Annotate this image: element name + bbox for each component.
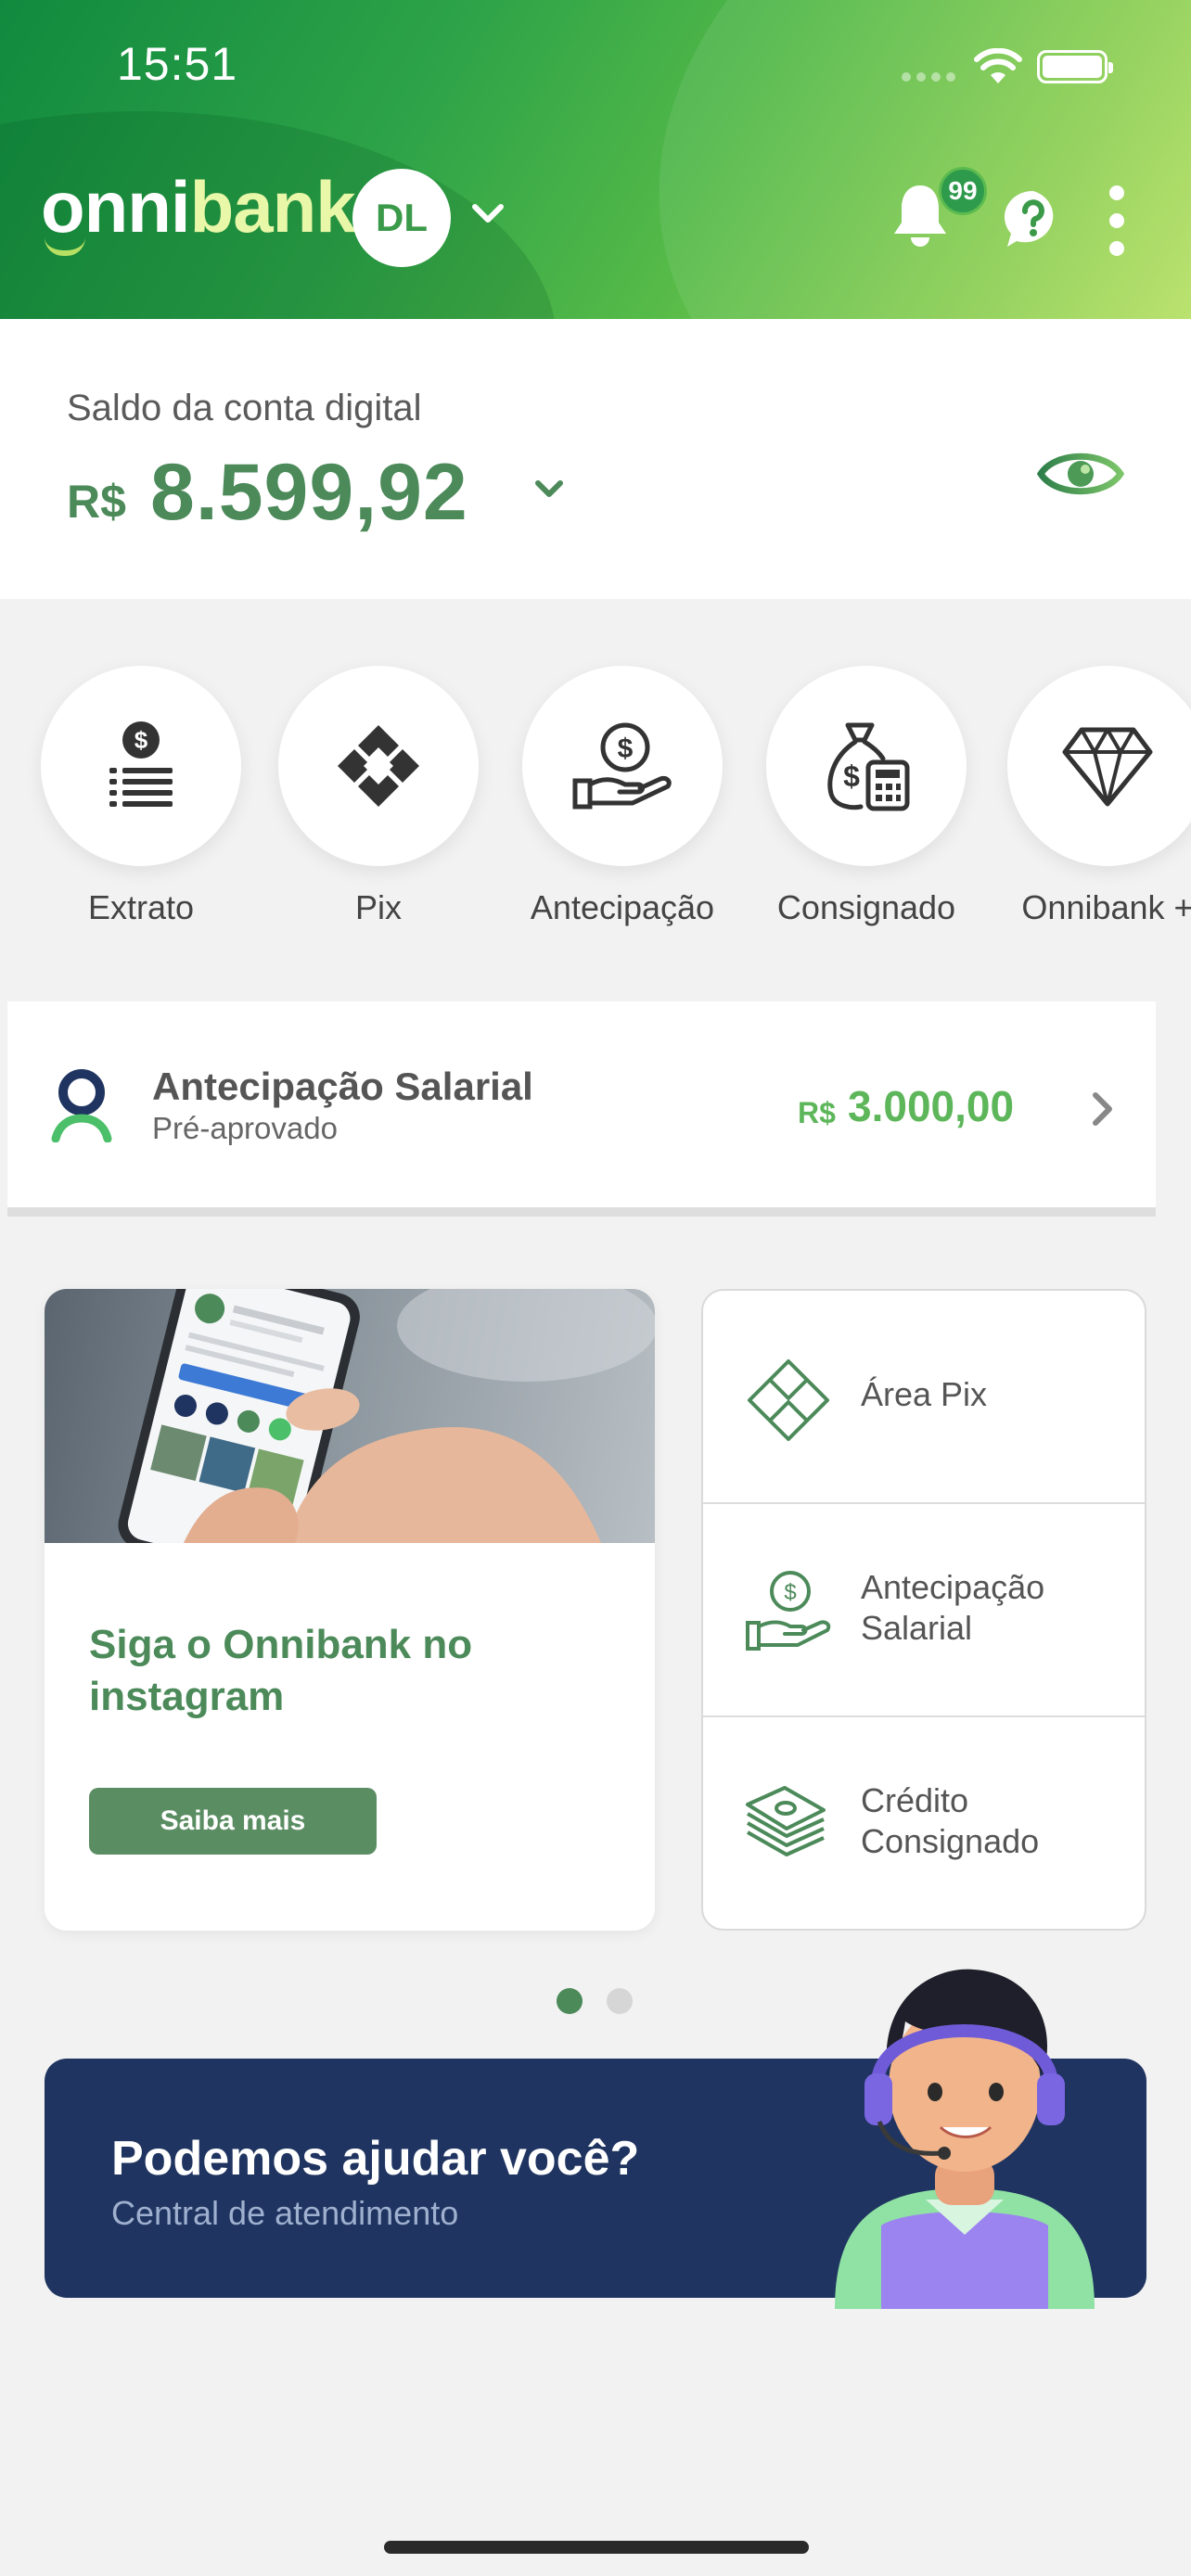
diamond-icon (1062, 727, 1153, 807)
instagram-card-title: Siga o Onnibank no instagram (89, 1622, 473, 1719)
quick-action-label: Consignado (776, 888, 956, 926)
quick-action-consignado[interactable]: $ Consignado (766, 666, 967, 927)
hand-coin-outline-icon: $ (746, 1571, 831, 1651)
balance-currency: R$ (67, 476, 126, 528)
home-indicator (384, 2541, 809, 2554)
salary-advance-amount: 3.000,00 (848, 1082, 1015, 1130)
hand-coin-icon: $ (572, 722, 672, 810)
shortcut-label: Crédito Consignado (861, 1781, 1040, 1860)
help-chat-icon[interactable] (1004, 189, 1063, 249)
instagram-promo-card[interactable]: Siga o Onnibank no instagram Saiba mais (45, 1289, 655, 1931)
quick-action-onnibank-plus[interactable]: Onnibank + (1007, 666, 1191, 927)
salary-advance-currency: R$ (798, 1096, 836, 1129)
chevron-down-icon[interactable] (471, 202, 505, 226)
money-bag-calculator-icon: $ (827, 722, 910, 811)
shortcut-label: Antecipação Salarial (861, 1568, 1045, 1647)
eye-visibility-icon[interactable] (1037, 445, 1124, 503)
quick-action-label: Extrato (87, 888, 195, 926)
svg-text:$: $ (843, 759, 860, 793)
quick-action-label: Onnibank + (1021, 888, 1191, 926)
pix-outline-icon (748, 1359, 829, 1441)
cash-stack-icon (746, 1786, 826, 1856)
quick-action-extrato[interactable]: $ Extrato (41, 666, 241, 927)
balance-amount: 8.599,92 (150, 448, 468, 537)
help-banner-title: Podemos ajudar você? (111, 2132, 640, 2186)
support-agent-illustration (835, 1969, 1095, 2309)
quick-action-antecipacao[interactable]: $ Antecipação (522, 666, 723, 927)
balance-card: Saldo da conta digital R$ 8.599,92 (0, 319, 1191, 599)
shortcut-antecipacao-salarial[interactable]: $ Antecipação Salarial (703, 1504, 1145, 1717)
chevron-down-icon[interactable] (532, 478, 566, 501)
shortcut-area-pix[interactable]: Área Pix (703, 1291, 1145, 1504)
salary-advance-title: Antecipação Salarial (152, 1065, 533, 1108)
svg-text:$: $ (134, 726, 148, 754)
quick-action-label: Pix (354, 888, 402, 926)
more-options-icon[interactable] (1109, 185, 1124, 256)
quick-action-pix[interactable]: Pix (278, 666, 479, 927)
pager-dot[interactable] (607, 1988, 633, 2014)
saiba-mais-button[interactable]: Saiba mais (89, 1788, 377, 1855)
shortcut-label: Área Pix (861, 1375, 988, 1413)
shortcuts-list: Área Pix $ Antecipação Salarial Crédito … (701, 1289, 1146, 1931)
pix-icon (338, 725, 419, 807)
user-profile-icon (51, 1069, 112, 1142)
quick-actions-row: $ Extrato Pix $ Antecipação $ Consignado… (0, 666, 1191, 944)
app-header: 15:51 onnibank DL 99 (0, 0, 1191, 319)
quick-action-label: Antecipação (530, 888, 715, 926)
svg-text:$: $ (784, 1580, 796, 1605)
help-banner-subtitle: Central de atendimento (111, 2194, 459, 2232)
account-avatar[interactable]: DL (352, 169, 451, 267)
notification-count-badge: 99 (939, 167, 987, 215)
onnibank-logo: onnibank (41, 166, 356, 248)
svg-text:$: $ (618, 733, 634, 764)
pager-dot-active[interactable] (557, 1988, 583, 2014)
battery-icon (1037, 50, 1113, 83)
status-time: 15:51 (117, 38, 238, 90)
statement-icon: $ (109, 721, 173, 807)
chevron-right-icon (1093, 1092, 1112, 1126)
salary-advance-subtitle: Pré-aprovado (152, 1111, 338, 1145)
cellular-signal-icon (902, 72, 955, 82)
wifi-icon (974, 48, 1022, 83)
hand-holding-phone-photo (45, 1289, 655, 1543)
balance-label: Saldo da conta digital (67, 388, 422, 428)
shortcut-credito-consignado[interactable]: Crédito Consignado (703, 1717, 1145, 1929)
salary-advance-card[interactable]: Antecipação Salarial Pré-aprovado R$ 3.0… (7, 1001, 1156, 1217)
